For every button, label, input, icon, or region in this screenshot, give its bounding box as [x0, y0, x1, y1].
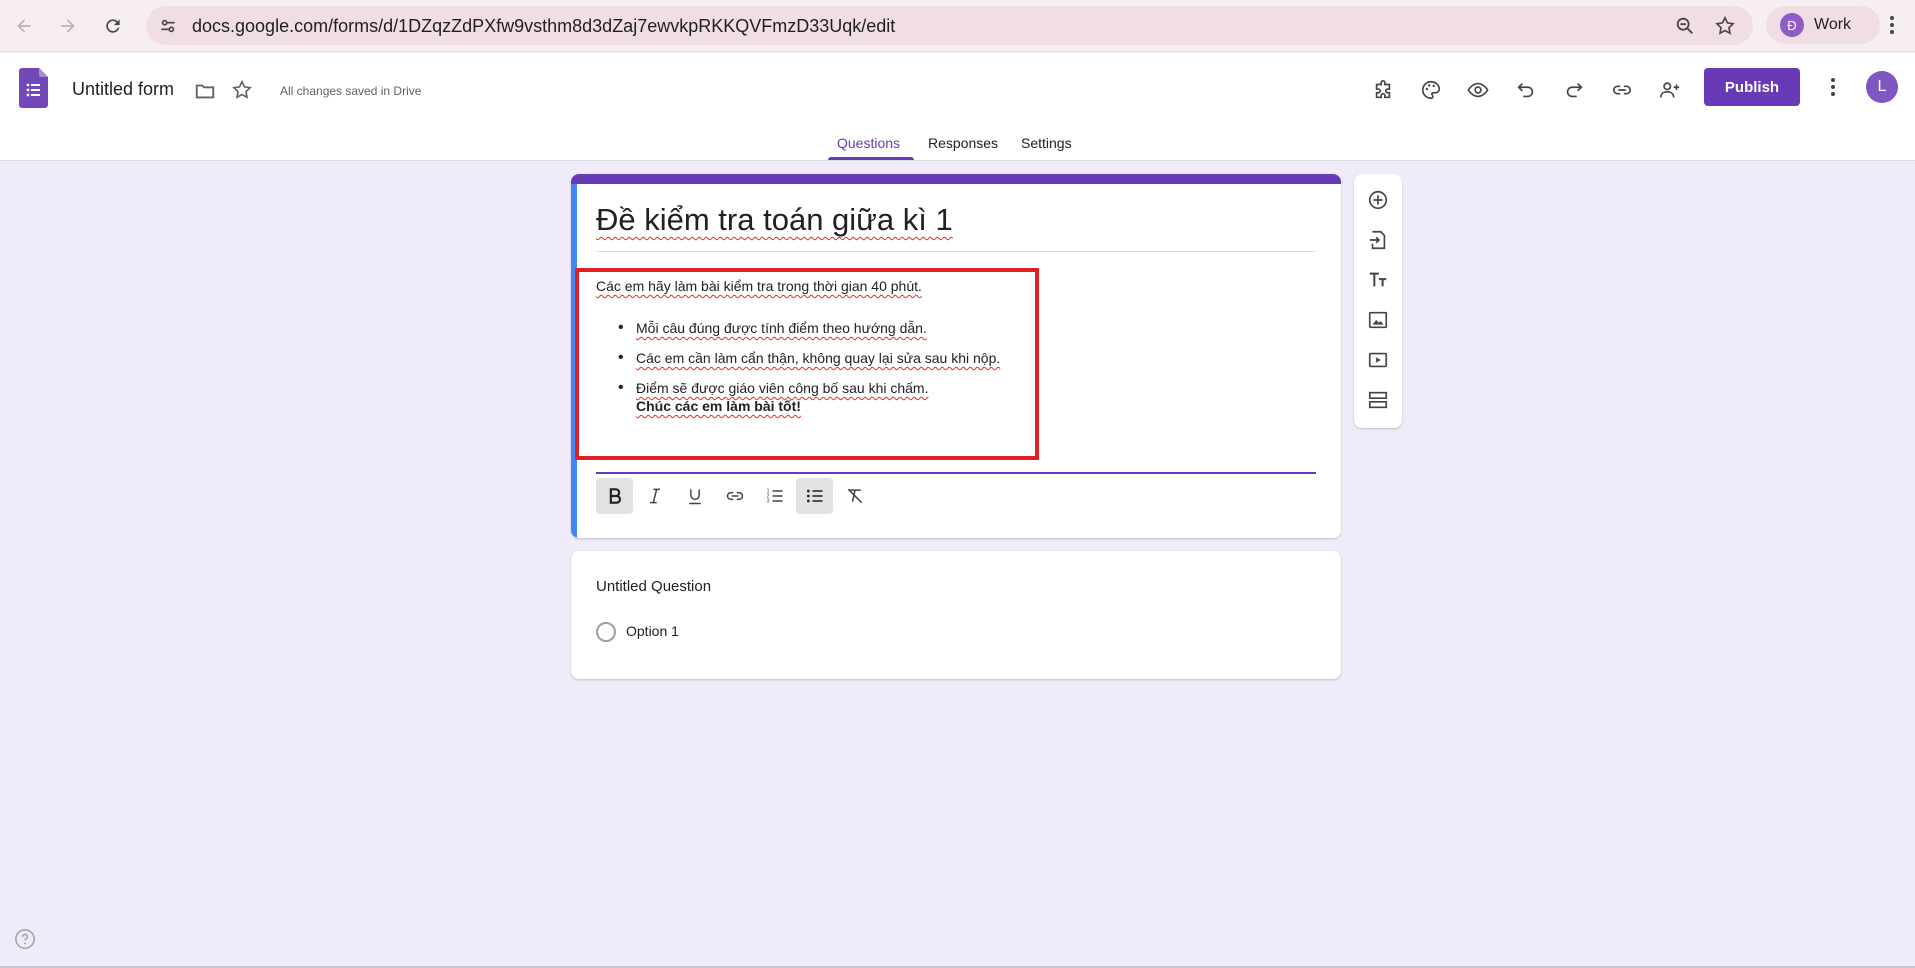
add-collaborator-icon[interactable]: [1653, 73, 1687, 107]
add-title-description-icon[interactable]: [1366, 268, 1390, 292]
italic-icon[interactable]: [636, 478, 673, 514]
browser-toolbar: docs.google.com/forms/d/1DZqzZdPXfw9vsth…: [0, 0, 1915, 52]
clear-formatting-icon[interactable]: [836, 478, 873, 514]
profile-avatar: Đ: [1780, 13, 1804, 37]
text-format-toolbar: 123: [596, 478, 876, 518]
add-section-icon[interactable]: [1366, 388, 1390, 412]
title-divider: [596, 251, 1316, 252]
redo-icon[interactable]: [1557, 73, 1591, 107]
profile-name: Work: [1814, 16, 1852, 33]
tab-responses[interactable]: Responses: [928, 135, 998, 151]
link-icon[interactable]: [1605, 73, 1639, 107]
help-icon[interactable]: [14, 928, 36, 950]
bookmark-star-icon[interactable]: [1714, 15, 1736, 42]
publish-button[interactable]: Publish: [1704, 68, 1800, 106]
star-icon[interactable]: [231, 79, 253, 106]
bulleted-list-icon[interactable]: [796, 478, 833, 514]
back-icon[interactable]: [9, 11, 39, 41]
theme-color-bar: [571, 174, 1341, 184]
form-title-card[interactable]: Đề kiểm tra toán giữa kì 1 Các em hãy là…: [571, 174, 1341, 538]
option-label[interactable]: Option 1: [626, 623, 679, 639]
annotation-highlight-box: [575, 268, 1039, 460]
chrome-menu-icon[interactable]: [1880, 12, 1904, 43]
site-info-icon[interactable]: [154, 12, 182, 40]
zoom-icon[interactable]: [1674, 15, 1696, 42]
folder-icon[interactable]: [193, 80, 217, 107]
underline-icon[interactable]: [676, 478, 713, 514]
forms-logo-icon[interactable]: [19, 68, 48, 108]
floating-side-toolbar: [1354, 174, 1402, 428]
numbered-list-icon[interactable]: 123: [756, 478, 793, 514]
active-tab-indicator: [828, 157, 914, 160]
app-header: Untitled form All changes saved in Drive…: [0, 53, 1915, 161]
profile-chip[interactable]: Đ Work: [1766, 6, 1880, 44]
question-title[interactable]: Untitled Question: [596, 578, 711, 595]
tab-questions[interactable]: Questions: [837, 135, 900, 151]
reload-icon[interactable]: [98, 11, 128, 41]
question-card[interactable]: Untitled Question Option 1: [571, 551, 1341, 679]
tab-settings[interactable]: Settings: [1021, 135, 1072, 151]
preview-icon[interactable]: [1461, 73, 1495, 107]
add-ons-icon[interactable]: [1366, 73, 1400, 107]
bold-icon[interactable]: [596, 478, 633, 514]
description-focus-underline: [596, 472, 1316, 474]
palette-icon[interactable]: [1414, 73, 1448, 107]
radio-option-icon: [596, 622, 616, 642]
add-image-icon[interactable]: [1366, 308, 1390, 332]
svg-text:3: 3: [766, 499, 769, 505]
insert-link-icon[interactable]: [716, 478, 753, 514]
form-tabs: Questions Responses Settings: [0, 133, 1915, 161]
import-questions-icon[interactable]: [1366, 228, 1390, 252]
more-vert-icon[interactable]: [1821, 74, 1845, 105]
add-video-icon[interactable]: [1366, 348, 1390, 372]
form-doc-title[interactable]: Untitled form: [72, 79, 174, 100]
form-title[interactable]: Đề kiểm tra toán giữa kì 1: [596, 202, 953, 238]
user-avatar[interactable]: L: [1866, 71, 1898, 103]
url-text[interactable]: docs.google.com/forms/d/1DZqzZdPXfw9vsth…: [192, 16, 895, 37]
address-bar[interactable]: docs.google.com/forms/d/1DZqzZdPXfw9vsth…: [146, 6, 1753, 45]
forward-icon[interactable]: [53, 11, 83, 41]
save-status: All changes saved in Drive: [280, 84, 422, 98]
undo-icon[interactable]: [1509, 73, 1543, 107]
add-question-icon[interactable]: [1366, 188, 1390, 212]
